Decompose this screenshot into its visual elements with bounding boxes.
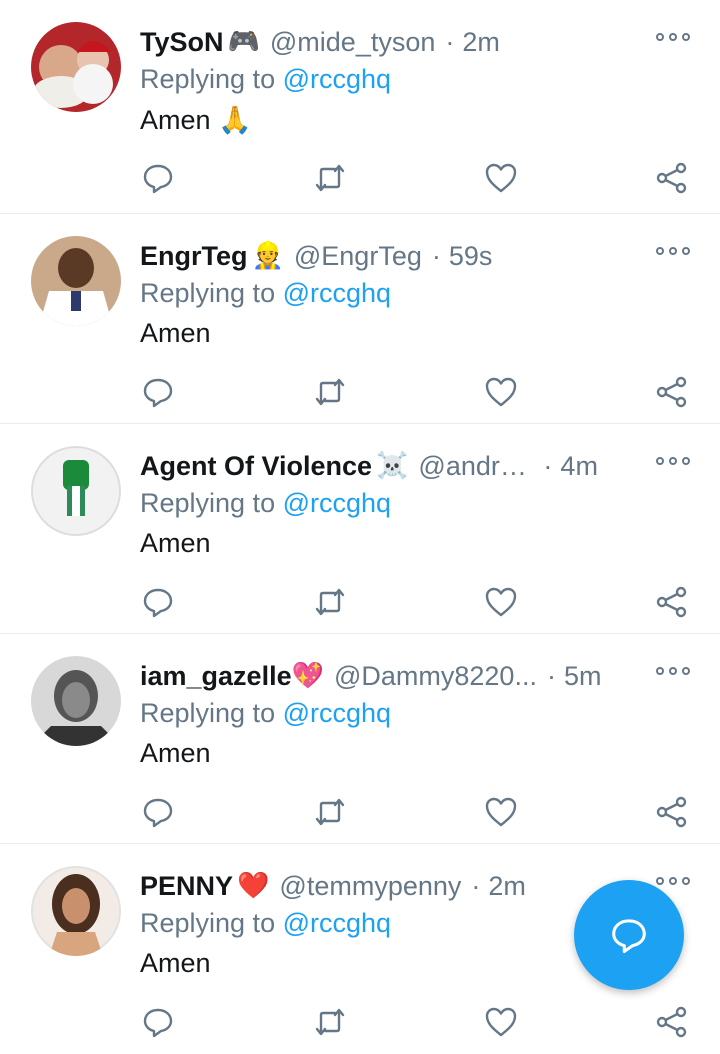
tweet-header: iam_gazelle 💖 @Dammy8220... · 5m (140, 656, 620, 696)
avatar[interactable] (31, 446, 121, 536)
replying-to: Replying to @rccghq (140, 64, 391, 95)
tweet-actions (140, 374, 700, 410)
more-options-icon[interactable] (656, 454, 690, 468)
reply-icon[interactable] (140, 374, 176, 410)
name-emoji: 👷 (251, 241, 284, 271)
user-handle[interactable]: @Dammy8220... (334, 661, 537, 692)
user-handle[interactable]: @temmypenny (279, 871, 461, 902)
replying-label: Replying to (140, 64, 283, 94)
user-handle[interactable]: @EngrTeg (294, 241, 422, 272)
compose-reply-icon (612, 919, 646, 953)
name-emoji: ❤️ (237, 871, 270, 901)
tweet-2[interactable]: EngrTeg 👷 @EngrTeg · 59s Replying to @rc… (0, 214, 720, 424)
replying-to: Replying to @rccghq (140, 908, 391, 939)
replying-label: Replying to (140, 698, 283, 728)
retweet-icon[interactable] (312, 584, 348, 620)
avatar[interactable] (31, 866, 121, 956)
user-handle[interactable]: @andre... (418, 451, 533, 482)
replying-handle[interactable]: @rccghq (283, 908, 391, 938)
display-name[interactable]: PENNY (140, 871, 233, 902)
more-options-icon[interactable] (656, 30, 690, 44)
replying-handle[interactable]: @rccghq (283, 488, 391, 518)
tweet-header: TySoN 🎮 @mide_tyson · 2m (140, 22, 620, 62)
avatar[interactable] (31, 22, 121, 112)
tweet-actions (140, 584, 700, 620)
replying-label: Replying to (140, 488, 283, 518)
tweet-3[interactable]: Agent Of Violence ☠️ @andre... · 4m Repl… (0, 424, 720, 634)
share-icon[interactable] (654, 1004, 690, 1040)
tweet-text: Amen (140, 528, 211, 558)
reply-icon[interactable] (140, 1004, 176, 1040)
retweet-icon[interactable] (312, 794, 348, 830)
timestamp[interactable]: 2m (462, 27, 500, 58)
tweet-text: Amen 🙏 (140, 105, 252, 135)
timestamp[interactable]: 5m (564, 661, 602, 692)
share-icon[interactable] (654, 794, 690, 830)
share-icon[interactable] (654, 584, 690, 620)
separator-dot: · (543, 450, 553, 481)
timestamp[interactable]: 59s (449, 241, 493, 272)
tweet-1[interactable]: TySoN 🎮 @mide_tyson · 2m Replying to @rc… (0, 0, 720, 214)
tweet-header: EngrTeg 👷 @EngrTeg · 59s (140, 236, 620, 276)
avatar[interactable] (31, 236, 121, 326)
timestamp[interactable]: 4m (560, 451, 598, 482)
tweet-text: Amen (140, 948, 211, 978)
replying-handle[interactable]: @rccghq (283, 278, 391, 308)
display-name[interactable]: EngrTeg (140, 241, 248, 272)
avatar[interactable] (31, 656, 121, 746)
reply-icon[interactable] (140, 160, 176, 196)
tweet-text: Amen (140, 318, 211, 348)
separator-dot: · (431, 240, 441, 271)
retweet-icon[interactable] (312, 160, 348, 196)
heart-icon[interactable] (483, 374, 519, 410)
name-emoji: 🎮 (227, 27, 260, 57)
tweet-actions (140, 1004, 700, 1040)
reply-icon[interactable] (140, 794, 176, 830)
retweet-icon[interactable] (312, 1004, 348, 1040)
user-handle[interactable]: @mide_tyson (270, 27, 435, 58)
reply-icon[interactable] (140, 584, 176, 620)
replying-to: Replying to @rccghq (140, 278, 391, 309)
share-icon[interactable] (654, 374, 690, 410)
replying-to: Replying to @rccghq (140, 488, 391, 519)
replying-handle[interactable]: @rccghq (283, 698, 391, 728)
replying-label: Replying to (140, 278, 283, 308)
tweet-header: Agent Of Violence ☠️ @andre... · 4m (140, 446, 620, 486)
heart-icon[interactable] (483, 1004, 519, 1040)
display-name[interactable]: Agent Of Violence (140, 451, 372, 482)
replying-to: Replying to @rccghq (140, 698, 391, 729)
more-options-icon[interactable] (656, 664, 690, 678)
display-name[interactable]: TySoN (140, 27, 224, 58)
tweet-header: PENNY ❤️ @temmypenny · 2m (140, 866, 620, 906)
name-emoji: 💖 (291, 661, 324, 691)
timestamp[interactable]: 2m (488, 871, 526, 902)
replying-handle[interactable]: @rccghq (283, 64, 391, 94)
heart-icon[interactable] (483, 584, 519, 620)
retweet-icon[interactable] (312, 374, 348, 410)
replying-label: Replying to (140, 908, 283, 938)
heart-icon[interactable] (483, 794, 519, 830)
more-options-icon[interactable] (656, 874, 690, 888)
tweet-actions (140, 160, 700, 196)
tweet-actions (140, 794, 700, 830)
share-icon[interactable] (654, 160, 690, 196)
more-options-icon[interactable] (656, 244, 690, 258)
heart-icon[interactable] (483, 160, 519, 196)
display-name[interactable]: iam_gazelle (140, 661, 292, 692)
tweet-4[interactable]: iam_gazelle 💖 @Dammy8220... · 5m Replyin… (0, 634, 720, 844)
separator-dot: · (445, 26, 455, 57)
separator-dot: · (471, 870, 481, 901)
separator-dot: · (546, 660, 556, 691)
tweet-text: Amen (140, 738, 211, 768)
compose-reply-button[interactable] (574, 880, 684, 990)
name-emoji: ☠️ (376, 451, 409, 481)
